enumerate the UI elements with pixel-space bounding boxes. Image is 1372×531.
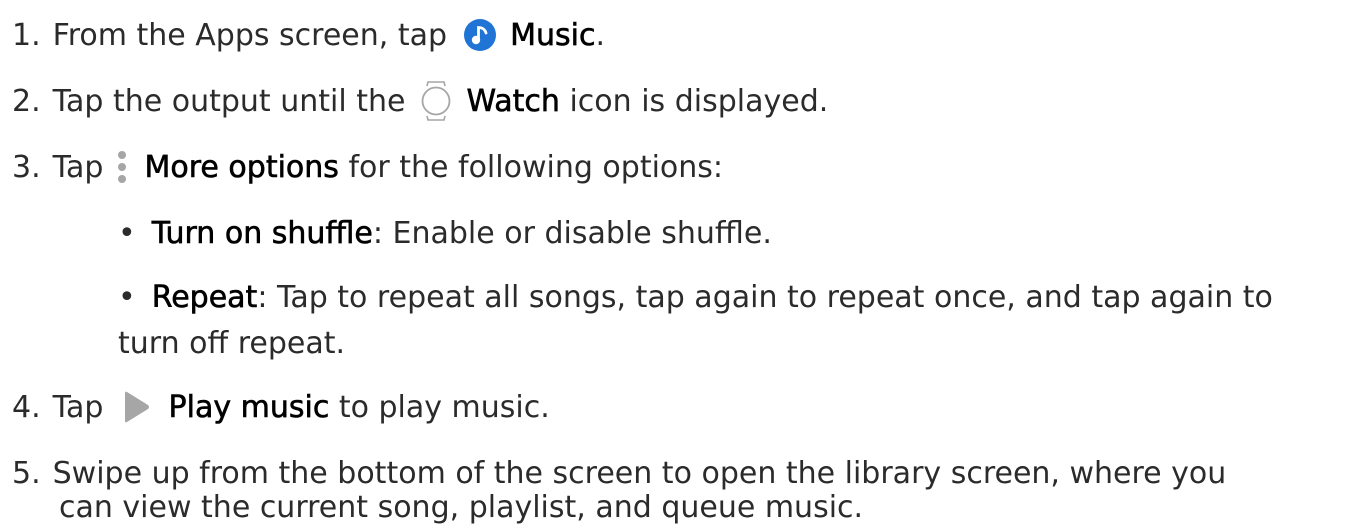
step-3: 3. Tap More options for the following opt… [12,146,723,190]
option-repeat: • Repeat: Tap to repeat all songs, tap ag… [118,276,1273,320]
step-text-after: icon is displayed. [559,84,829,119]
more-options-icon [115,149,129,185]
step-text-after: to play music. [329,390,550,425]
option-text: : Enable or disable shuffle. [372,216,772,251]
option-text: : Tap to repeat all songs, tap again to … [257,280,1273,315]
bullet-point: • [118,280,136,315]
step-text: Tap [52,390,104,425]
option-repeat-continuation: turn off repeat. [118,326,346,361]
step-4: 4. Tap Play music to play music. [12,386,550,430]
step-1: 1. From the Apps screen, tap Music. [12,14,605,58]
step-bold-label: Watch [466,84,560,120]
step-text-after: for the following options: [338,150,724,185]
step-number: 3. [12,150,41,185]
step-number: 5. [12,456,41,491]
step-bold-label: Play music [168,390,330,426]
option-bold-label: Turn on shuffle [151,216,373,252]
play-icon [121,390,151,424]
step-2: 2. Tap the output until the Watch icon is… [12,80,828,124]
step-number: 4. [12,390,41,425]
step-text: Tap the output until the [52,84,406,119]
step-text-after: . [595,18,606,53]
step-5-continuation: can view the current song, playlist, and… [59,490,864,525]
step-bold-label: Music [510,18,596,54]
instructions-document: 1. From the Apps screen, tap Music. 2. Tap… [0,0,1372,531]
bullet-point: • [118,216,136,251]
step-text: From the Apps screen, tap [52,18,448,53]
watch-icon [421,80,451,121]
option-turn-on-shuffle: • Turn on shuffle: Enable or disable shuf… [118,212,772,256]
step-text: Tap [52,150,104,185]
step-bold-label: More options [144,150,339,186]
option-bold-label: Repeat [151,280,258,316]
step-number: 2. [12,84,41,119]
step-number: 1. [12,18,41,53]
music-app-icon [463,18,497,52]
